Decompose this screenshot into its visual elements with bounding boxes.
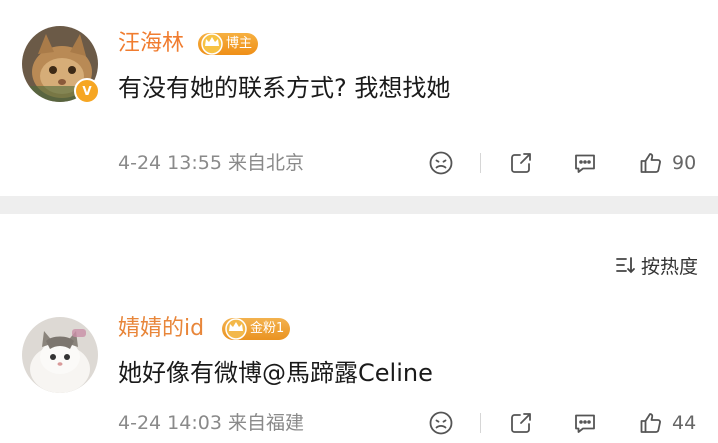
share-button[interactable] — [508, 408, 534, 438]
like-button[interactable]: 44 — [638, 408, 696, 438]
comment-text: 有没有她的联系方式? 我想找她 — [118, 74, 451, 102]
reply-button[interactable] — [572, 408, 598, 438]
comment-actions: 90 — [0, 148, 718, 178]
share-icon — [511, 153, 531, 173]
verified-badge-icon: V — [74, 78, 100, 104]
share-button[interactable] — [508, 148, 534, 178]
comment-actions: 44 — [0, 408, 718, 438]
avatar[interactable] — [22, 317, 98, 393]
section-divider — [0, 196, 718, 214]
action-separator — [480, 413, 481, 433]
username[interactable]: 汪海林 — [118, 30, 184, 58]
like-icon — [640, 153, 661, 173]
share-icon — [511, 413, 531, 433]
sort-icon — [616, 257, 635, 274]
crown-icon — [201, 33, 223, 55]
reaction-button[interactable] — [428, 148, 454, 178]
crown-icon — [225, 318, 247, 340]
like-icon — [640, 413, 661, 433]
sort-toggle[interactable]: 按热度 — [615, 252, 698, 278]
fan-badge: 金粉1 — [222, 318, 291, 340]
blogger-badge: 博主 — [198, 33, 259, 55]
like-count: 90 — [672, 152, 697, 174]
comment-item: 婧婧的id 金粉1 她好像有微博@馬蹄露Celine 4-24 14:03 来自… — [0, 305, 718, 443]
comment-item: V 汪海林 博主 有没有她的联系方式? 我想找她 4-24 13:55 来自北京 — [0, 0, 718, 200]
like-button[interactable]: 90 — [638, 148, 696, 178]
badge-label: 博主 — [226, 36, 253, 51]
sort-label: 按热度 — [640, 255, 698, 278]
emoji-reaction-icon — [429, 151, 453, 175]
reaction-button[interactable] — [428, 408, 454, 438]
emoji-reaction-icon — [429, 411, 453, 435]
comment-text: 她好像有微博@馬蹄露Celine — [118, 359, 433, 387]
reply-button[interactable] — [572, 148, 598, 178]
username[interactable]: 婧婧的id — [118, 315, 204, 343]
comment-icon — [575, 414, 595, 433]
like-count: 44 — [672, 412, 697, 434]
action-separator — [480, 153, 481, 173]
comment-icon — [575, 154, 595, 173]
badge-label: 金粉1 — [250, 321, 285, 336]
